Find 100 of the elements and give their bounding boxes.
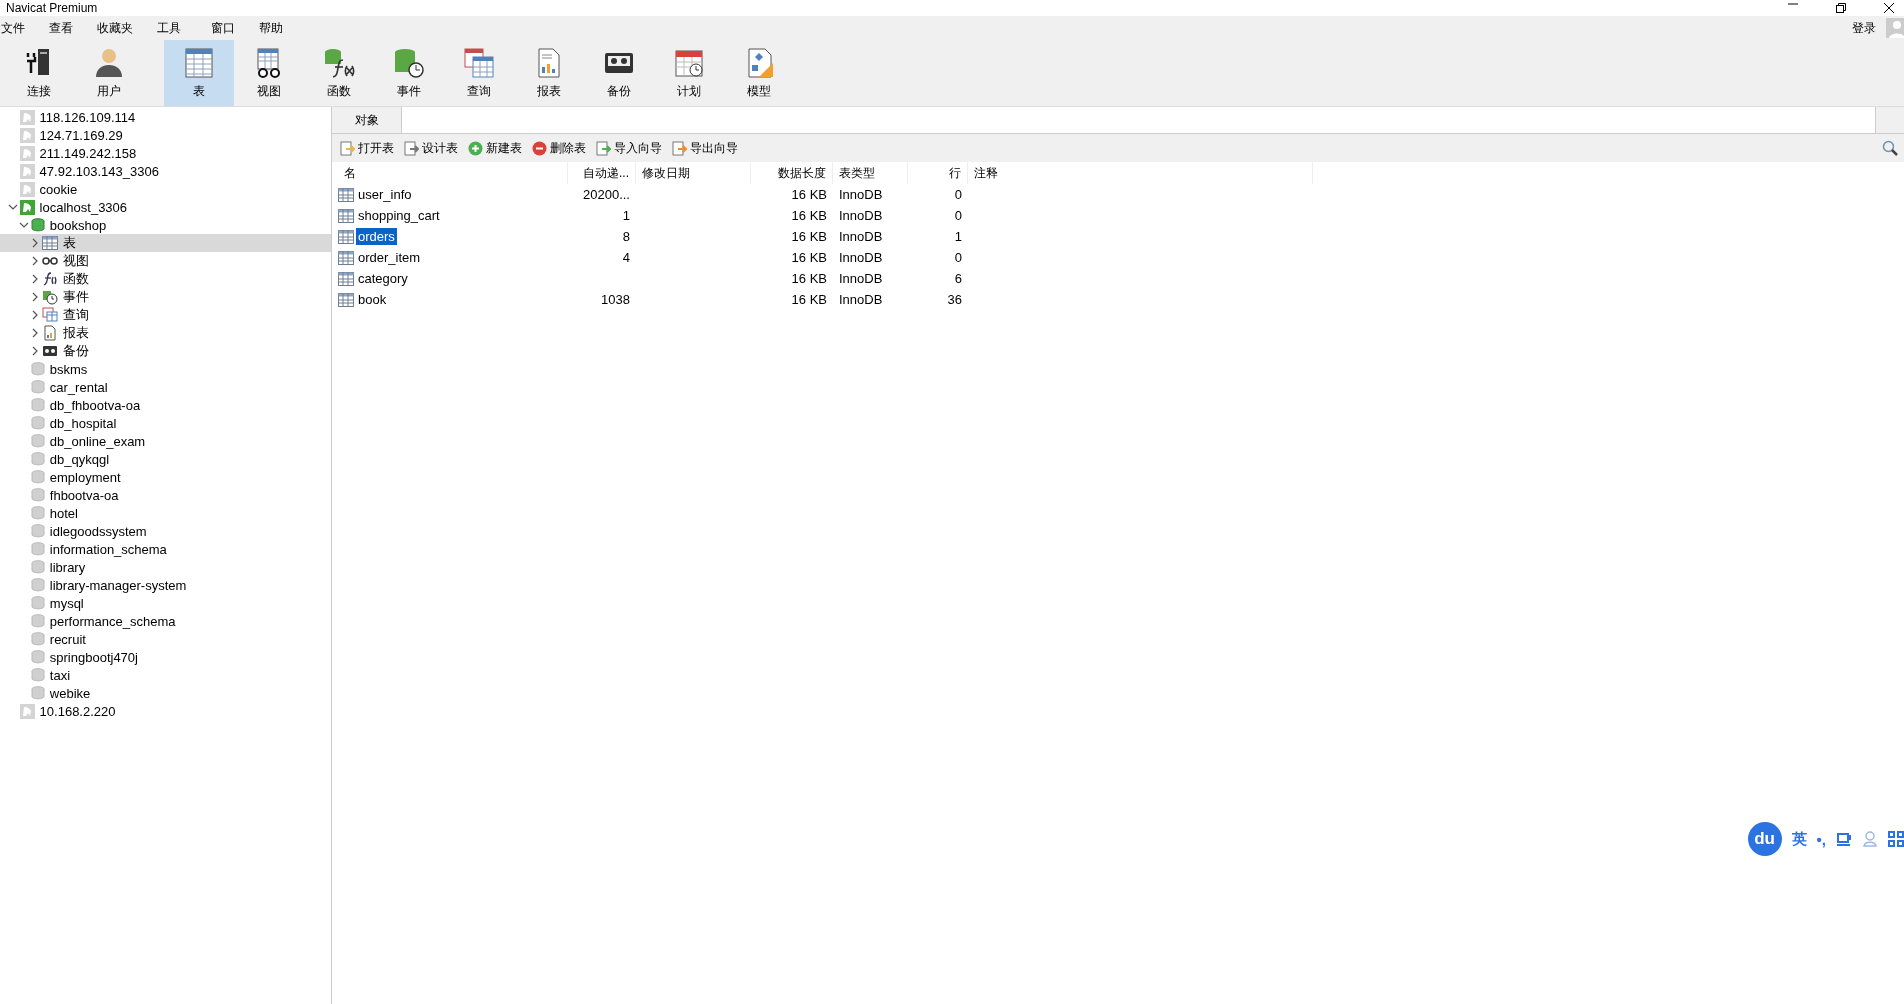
tree-item[interactable]: recruit bbox=[0, 630, 331, 648]
tree-item[interactable]: 118.126.109.114 bbox=[0, 108, 331, 126]
menu-item[interactable]: 帮助 bbox=[259, 19, 297, 37]
menu-item[interactable]: 收藏夹 bbox=[97, 19, 147, 37]
tree-item[interactable]: 视图 bbox=[0, 252, 331, 270]
tree-item[interactable]: db_hospital bbox=[0, 414, 331, 432]
tree-item[interactable]: db_fhbootva-oa bbox=[0, 396, 331, 414]
tree-item[interactable]: cookie bbox=[0, 180, 331, 198]
menu-item[interactable]: 文件 bbox=[1, 19, 39, 37]
tree-item[interactable]: webike bbox=[0, 684, 331, 702]
tree-item[interactable]: db_qykqgl bbox=[0, 450, 331, 468]
tree-item[interactable]: hotel bbox=[0, 504, 331, 522]
ime-punctuation[interactable]: •, bbox=[1816, 830, 1826, 848]
table-cell: 20200... bbox=[583, 187, 630, 202]
table-icon bbox=[338, 187, 354, 202]
tree-item[interactable]: idlegoodssystem bbox=[0, 522, 331, 540]
database-icon bbox=[30, 362, 45, 376]
tree-item[interactable]: 124.71.169.29 bbox=[0, 126, 331, 144]
toolbar-button[interactable]: 模型 bbox=[724, 40, 794, 106]
column-header[interactable]: 修改日期 bbox=[636, 162, 751, 184]
table-name[interactable]: shopping_cart bbox=[356, 207, 442, 224]
toolbar-button[interactable]: 新建表 bbox=[466, 139, 524, 157]
tree-item[interactable]: 函数 bbox=[0, 270, 331, 288]
table-name[interactable]: user_info bbox=[356, 186, 414, 203]
tree-item[interactable]: performance_schema bbox=[0, 612, 331, 630]
search-icon[interactable] bbox=[1882, 140, 1898, 156]
restore-icon[interactable] bbox=[1836, 3, 1846, 13]
tree-item[interactable]: db_online_exam bbox=[0, 432, 331, 450]
connection-icon bbox=[19, 145, 35, 161]
menu-item[interactable]: 工具 bbox=[157, 19, 195, 37]
toolbar-button[interactable]: 打开表 bbox=[338, 139, 396, 157]
table-name[interactable]: order_item bbox=[356, 249, 423, 266]
column-header[interactable]: 名 bbox=[338, 162, 568, 184]
toolbar-button[interactable]: 函数 bbox=[304, 40, 374, 106]
column-header[interactable]: 行 bbox=[908, 162, 968, 184]
function-icon bbox=[323, 47, 355, 79]
close-icon[interactable] bbox=[1884, 3, 1894, 13]
chevron-down-icon[interactable] bbox=[7, 202, 18, 212]
table-cell: 16 KB bbox=[791, 292, 827, 307]
tree-item[interactable]: bookshop bbox=[0, 216, 331, 234]
table-name[interactable]: book bbox=[356, 291, 389, 308]
tree-item[interactable]: 备份 bbox=[0, 342, 331, 360]
database-icon bbox=[30, 380, 45, 394]
tree-item[interactable]: 表 bbox=[0, 234, 331, 252]
menu-item[interactable]: 查看 bbox=[49, 19, 87, 37]
table-cell: InnoDB bbox=[839, 292, 883, 307]
table-icon bbox=[338, 292, 354, 307]
toolbar-button[interactable]: 事件 bbox=[374, 40, 444, 106]
grid-icon[interactable] bbox=[1888, 831, 1904, 847]
toolbar-button[interactable]: 用户 bbox=[74, 40, 144, 106]
login-link[interactable]: 登录 bbox=[1852, 19, 1876, 37]
table-name[interactable]: category bbox=[356, 270, 410, 287]
tree-item[interactable]: mysql bbox=[0, 594, 331, 612]
toolbar-button[interactable]: 设计表 bbox=[402, 139, 460, 157]
table-icon bbox=[42, 236, 58, 250]
clock-icon bbox=[393, 47, 425, 79]
table-cell: 16 KB bbox=[791, 229, 827, 244]
cup-icon[interactable] bbox=[1836, 831, 1852, 847]
chevron-down-icon[interactable] bbox=[18, 220, 29, 230]
tree-item[interactable]: springbootj470j bbox=[0, 648, 331, 666]
toolbar-button[interactable]: 导出向导 bbox=[670, 139, 740, 157]
toolbar-button[interactable]: 视图 bbox=[234, 40, 304, 106]
table-cell: 0 bbox=[954, 208, 962, 223]
toolbar-button[interactable]: 报表 bbox=[514, 40, 584, 106]
tree-item[interactable]: information_schema bbox=[0, 540, 331, 558]
menu-item[interactable]: 窗口 bbox=[211, 19, 249, 37]
toolbar-button[interactable]: 计划 bbox=[654, 40, 724, 106]
table-cell: InnoDB bbox=[839, 271, 883, 286]
ime-logo[interactable]: du bbox=[1747, 822, 1782, 856]
column-header[interactable]: 注释 bbox=[968, 162, 1313, 184]
tree-item[interactable]: 47.92.103.143_3306 bbox=[0, 162, 331, 180]
database-icon bbox=[30, 650, 45, 664]
column-header[interactable]: 表类型 bbox=[833, 162, 908, 184]
tree-item[interactable]: employment bbox=[0, 468, 331, 486]
column-header[interactable]: 自动递... bbox=[568, 162, 636, 184]
toolbar-button[interactable]: 查询 bbox=[444, 40, 514, 106]
database-icon bbox=[30, 524, 45, 538]
table-cell: 6 bbox=[954, 271, 962, 286]
tree-item[interactable]: bskms bbox=[0, 360, 331, 378]
tree-item[interactable]: 10.168.2.220 bbox=[0, 702, 331, 720]
tree-item[interactable]: taxi bbox=[0, 666, 331, 684]
toolbar-button[interactable]: 连接 bbox=[4, 40, 74, 106]
tree-item[interactable]: fhbootva-oa bbox=[0, 486, 331, 504]
tree-item[interactable]: 报表 bbox=[0, 324, 331, 342]
tree-item[interactable]: 211.149.242.158 bbox=[0, 144, 331, 162]
toolbar-button[interactable]: 表 bbox=[164, 40, 234, 106]
table-cell: 36 bbox=[947, 292, 962, 307]
toolbar-button[interactable]: 导入向导 bbox=[594, 139, 664, 157]
ime-mode[interactable]: 英 bbox=[1791, 829, 1807, 849]
table-name[interactable]: orders bbox=[356, 228, 397, 245]
tree-item[interactable]: library bbox=[0, 558, 331, 576]
column-header[interactable]: 数据长度 bbox=[751, 162, 833, 184]
query-icon bbox=[42, 307, 58, 323]
tree-item[interactable]: localhost_3306 bbox=[0, 198, 331, 216]
toolbar-button[interactable]: 删除表 bbox=[530, 139, 588, 157]
tree-item[interactable]: 事件 bbox=[0, 288, 331, 306]
tree-item[interactable]: 查询 bbox=[0, 306, 331, 324]
toolbar-button[interactable]: 备份 bbox=[584, 40, 654, 106]
tree-item[interactable]: car_rental bbox=[0, 378, 331, 396]
tree-item[interactable]: library-manager-system bbox=[0, 576, 331, 594]
